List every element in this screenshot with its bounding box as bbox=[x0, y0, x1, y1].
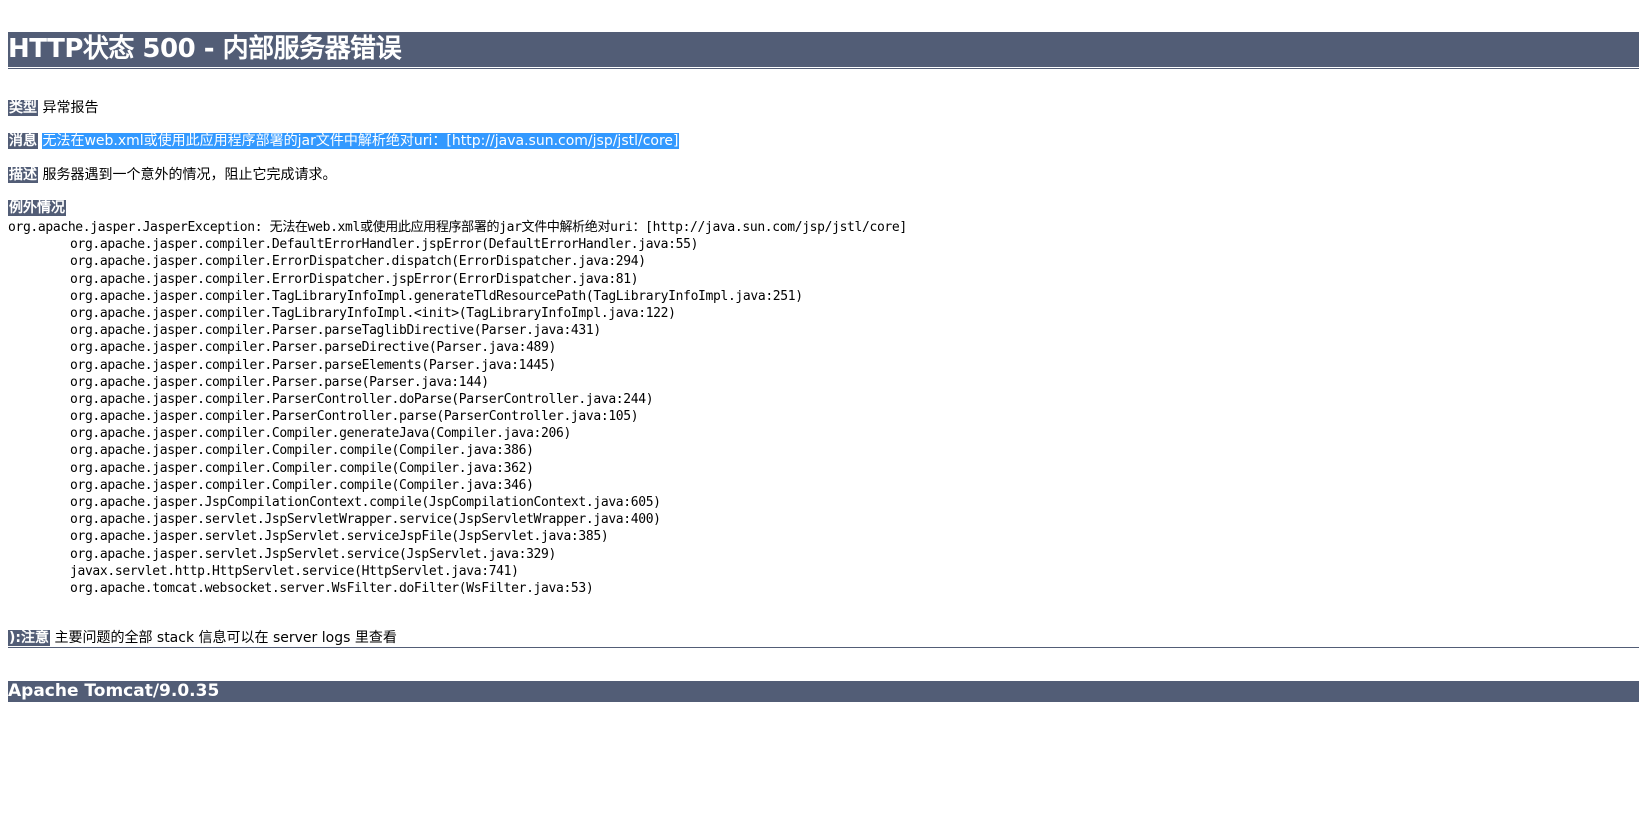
message-label: 消息 bbox=[8, 133, 38, 149]
stack-frame: org.apache.jasper.compiler.Compiler.comp… bbox=[70, 443, 534, 459]
stack-frame: org.apache.jasper.compiler.Parser.parseT… bbox=[70, 323, 601, 339]
stack-frame: org.apache.jasper.compiler.TagLibraryInf… bbox=[70, 305, 676, 321]
stack-frame: org.apache.jasper.JspCompilationContext.… bbox=[70, 495, 661, 510]
stack-frame: org.apache.jasper.servlet.JspServlet.ser… bbox=[70, 529, 609, 545]
stack-frame: org.apache.jasper.compiler.TagLibraryInf… bbox=[70, 288, 803, 304]
exception-label: 例外情况 bbox=[8, 200, 66, 216]
description-label: 描述 bbox=[8, 167, 38, 183]
stack-frame: org.apache.jasper.compiler.Parser.parse(… bbox=[70, 374, 489, 390]
stack-frame: org.apache.jasper.compiler.Compiler.comp… bbox=[70, 477, 534, 493]
stack-frame: org.apache.jasper.compiler.ErrorDispatch… bbox=[70, 271, 639, 287]
stack-frame: org.apache.jasper.compiler.Parser.parseE… bbox=[70, 357, 556, 373]
description-value: 服务器遇到一个意外的情况，阻止它完成请求。 bbox=[42, 167, 337, 183]
stack-frame: org.apache.jasper.compiler.Parser.parseD… bbox=[70, 340, 556, 356]
stack-frame: org.apache.jasper.servlet.JspServlet.ser… bbox=[70, 546, 556, 562]
stack-frame: org.apache.jasper.compiler.ParserControl… bbox=[70, 409, 639, 425]
server-info: Apache Tomcat/9.0.35 bbox=[8, 681, 1639, 702]
stack-frame: org.apache.jasper.compiler.ErrorDispatch… bbox=[70, 254, 646, 270]
stack-frame: org.apache.jasper.servlet.JspServletWrap… bbox=[70, 512, 661, 528]
description-row: 描述 服务器遇到一个意外的情况，阻止它完成请求。 bbox=[8, 166, 336, 184]
stack-frame: org.apache.jasper.compiler.Compiler.gene… bbox=[70, 426, 571, 442]
stack-header: org.apache.jasper.JasperException: 无法在we… bbox=[8, 220, 907, 235]
stack-frames: org.apache.jasper.compiler.DefaultErrorH… bbox=[8, 236, 907, 597]
type-label: 类型 bbox=[8, 100, 38, 116]
stack-frame: javax.servlet.http.HttpServlet.service(H… bbox=[70, 563, 519, 579]
stack-trace[interactable]: org.apache.jasper.JasperException: 无法在we… bbox=[8, 219, 907, 597]
exception-row: 例外情况 bbox=[8, 199, 66, 217]
message-value[interactable]: 无法在web.xml或使用此应用程序部署的jar文件中解析绝对uri：[http… bbox=[42, 133, 679, 149]
divider-top bbox=[8, 68, 1639, 69]
divider-bottom bbox=[8, 647, 1639, 648]
stack-frame: org.apache.jasper.compiler.ParserControl… bbox=[70, 391, 654, 407]
note-label: ):注意 bbox=[8, 630, 50, 646]
stack-frame: org.apache.jasper.compiler.Compiler.comp… bbox=[70, 460, 534, 476]
stack-frame: org.apache.tomcat.websocket.server.WsFil… bbox=[70, 580, 594, 596]
type-value: 异常报告 bbox=[42, 100, 99, 116]
stack-frame: org.apache.jasper.compiler.DefaultErrorH… bbox=[70, 237, 699, 253]
page-title: HTTP状态 500 - 内部服务器错误 bbox=[8, 32, 1639, 68]
type-row: 类型 异常报告 bbox=[8, 99, 98, 117]
message-row: 消息 无法在web.xml或使用此应用程序部署的jar文件中解析绝对uri：[h… bbox=[8, 132, 679, 150]
note-value: 主要问题的全部 stack 信息可以在 server logs 里查看 bbox=[54, 630, 397, 646]
note-row: ):注意 主要问题的全部 stack 信息可以在 server logs 里查看 bbox=[8, 629, 397, 647]
